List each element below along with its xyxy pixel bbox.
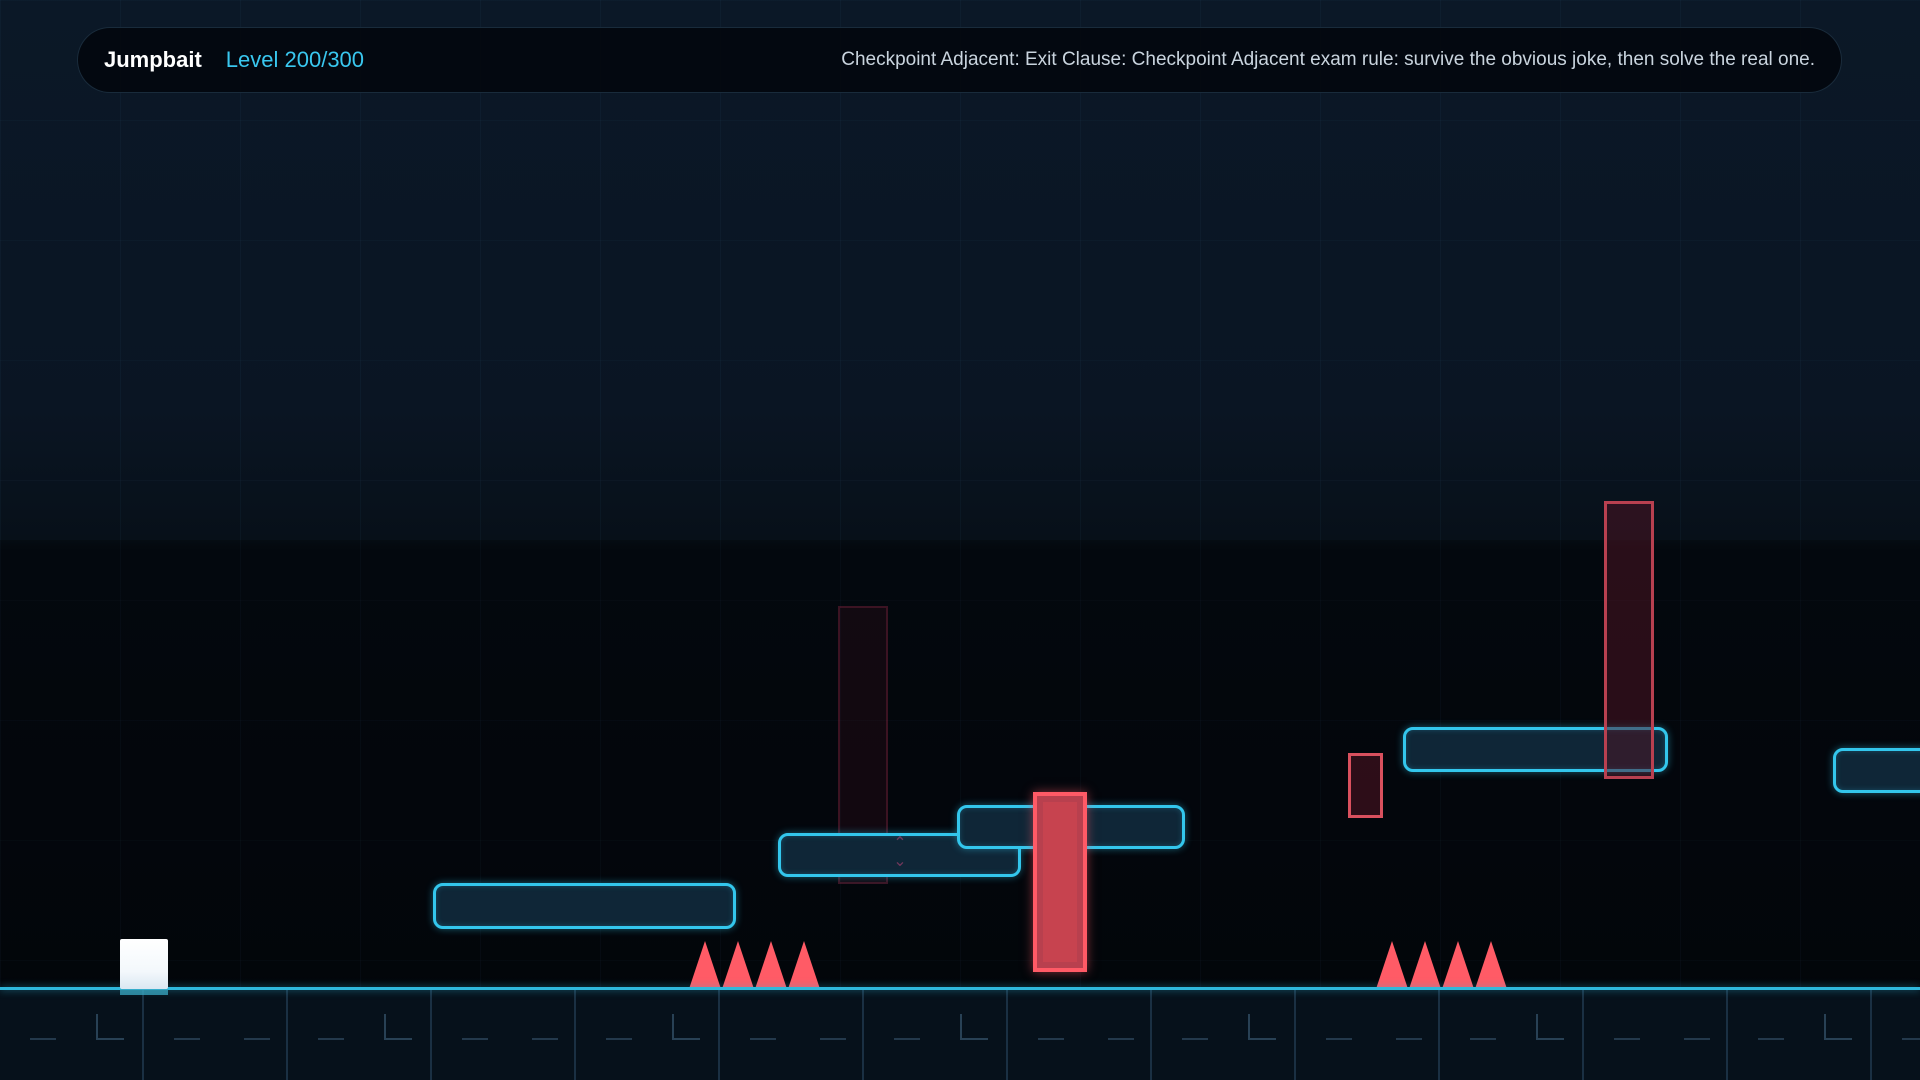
floor-tile (1872, 990, 1920, 1080)
floor-tile (1296, 990, 1440, 1080)
level-counter: Level 200/300 (225, 47, 365, 72)
floor (0, 990, 1920, 1080)
floor-mark (96, 1014, 124, 1040)
level-hint-message: Checkpoint Adjacent: Exit Clause: Checkp… (841, 49, 1815, 70)
floor-mark (1108, 1038, 1134, 1040)
floor-mark (318, 1038, 344, 1040)
floor-mark (532, 1038, 558, 1040)
floor-mark (672, 1014, 700, 1040)
floor-mark (1536, 1014, 1564, 1040)
floor-mark (1684, 1038, 1710, 1040)
platform (1833, 748, 1920, 793)
floor-mark (384, 1014, 412, 1040)
floor-tile (144, 990, 288, 1080)
spike-icon (788, 941, 820, 989)
spike-row (689, 941, 821, 989)
spike-icon (755, 941, 787, 989)
floor-mark (1758, 1038, 1784, 1040)
floor-mark (1902, 1038, 1920, 1040)
spike-icon (1409, 941, 1441, 989)
spike-icon (689, 941, 721, 989)
floor-tile (720, 990, 864, 1080)
spike-icon (722, 941, 754, 989)
spike-icon (1442, 941, 1474, 989)
floor-mark (894, 1038, 920, 1040)
player-shadow (120, 989, 168, 995)
floor-mark (30, 1038, 56, 1040)
player-cube[interactable] (120, 939, 168, 989)
platform (433, 883, 736, 929)
game-title: Jumpbait (104, 47, 202, 72)
floor-mark (1396, 1038, 1422, 1040)
floor-mark (1038, 1038, 1064, 1040)
floor-mark (1614, 1038, 1640, 1040)
floor-mark (174, 1038, 200, 1040)
floor-mark (1824, 1014, 1852, 1040)
floor-tile (1008, 990, 1152, 1080)
trap-block (1348, 753, 1383, 818)
floor-mark (820, 1038, 846, 1040)
trap-pillar (1604, 501, 1654, 779)
floor-mark (606, 1038, 632, 1040)
floor-edge (0, 987, 1920, 990)
floor-mark (1248, 1014, 1276, 1040)
floor-mark (244, 1038, 270, 1040)
floor-mark (960, 1014, 988, 1040)
spike-icon (1376, 941, 1408, 989)
game-stage[interactable]: Jumpbait Level 200/300 Checkpoint Adjace… (0, 0, 1920, 1080)
floor-tile (432, 990, 576, 1080)
crusher-block (1033, 792, 1087, 972)
floor-mark (1470, 1038, 1496, 1040)
hud-bar: Jumpbait Level 200/300 Checkpoint Adjace… (77, 27, 1842, 93)
spike-icon (1475, 941, 1507, 989)
floor-mark (750, 1038, 776, 1040)
floor-mark (1326, 1038, 1352, 1040)
floor-mark (1182, 1038, 1208, 1040)
spike-row (1376, 941, 1508, 989)
up-down-chevron-icon: ⌃ ⌄ (893, 833, 907, 870)
floor-mark (462, 1038, 488, 1040)
floor-tile (1584, 990, 1728, 1080)
